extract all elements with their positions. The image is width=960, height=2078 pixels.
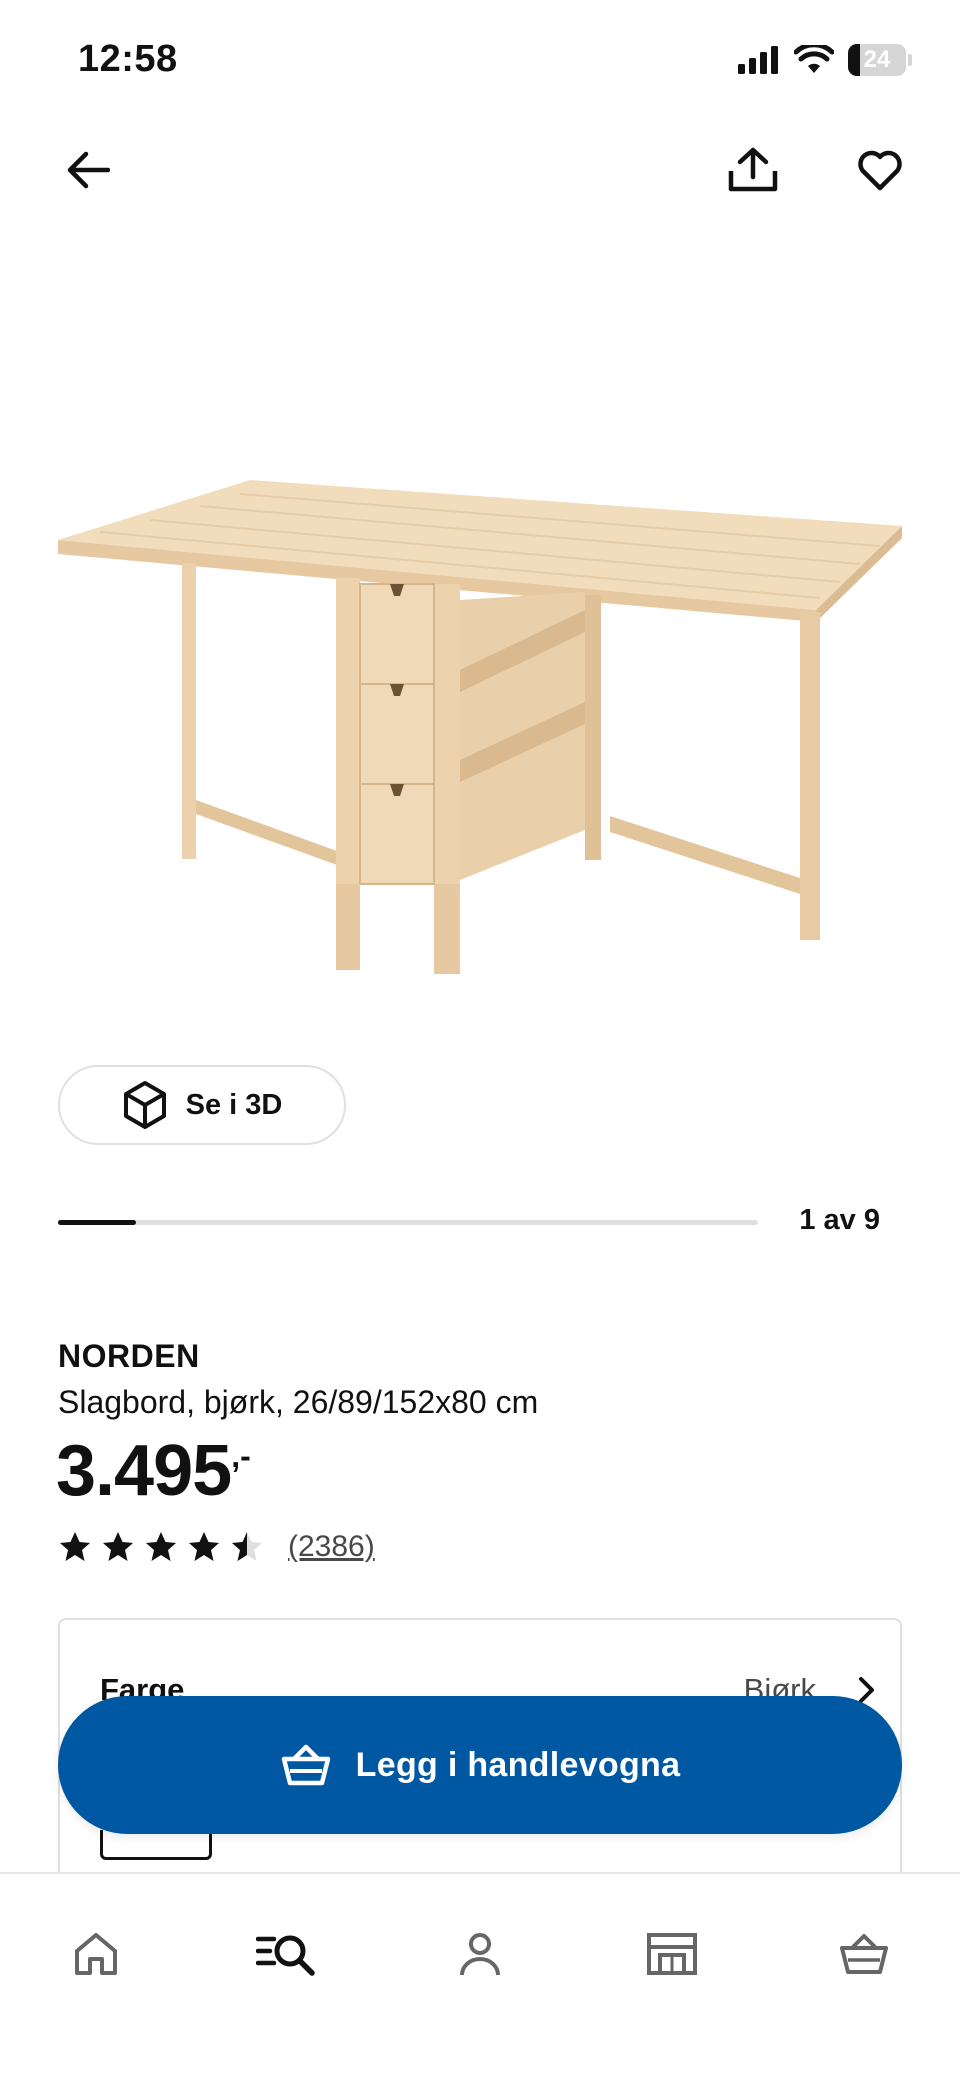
product-price: 3.495 ,- (56, 1430, 251, 1512)
view-3d-button[interactable]: Se i 3D (58, 1065, 346, 1145)
star-icon (146, 1532, 176, 1561)
tab-cart[interactable] (814, 1904, 914, 2004)
wifi-icon (794, 45, 834, 73)
bottom-tab-bar (0, 1872, 960, 2078)
gallery-progress (58, 1220, 758, 1225)
cube-icon (123, 1081, 166, 1129)
top-nav (0, 130, 960, 210)
search-icon (256, 1935, 315, 1976)
star-icon (189, 1532, 219, 1561)
gallery-progress-fill (58, 1220, 136, 1225)
add-to-cart-button[interactable]: Legg i handlevogna (58, 1696, 902, 1834)
status-icons: 24 (738, 44, 912, 76)
profile-icon (460, 1933, 500, 1976)
star-icon (103, 1532, 133, 1561)
back-button[interactable] (48, 130, 128, 210)
price-suffix: ,- (231, 1438, 251, 1474)
tab-home[interactable] (46, 1904, 146, 2004)
price-amount: 3.495 (56, 1431, 232, 1511)
view-3d-label: Se i 3D (185, 1088, 283, 1121)
battery-tip (908, 54, 912, 66)
tab-profile[interactable] (430, 1904, 530, 2004)
favorite-button[interactable] (840, 130, 920, 210)
share-icon (728, 147, 778, 192)
share-button[interactable] (713, 130, 793, 210)
color-swatch-selected[interactable] (100, 1830, 212, 1860)
tab-store[interactable] (622, 1904, 722, 2004)
review-count-link[interactable]: (2386) (288, 1530, 375, 1564)
product-description: Slagbord, bjørk, 26/89/152x80 cm (58, 1384, 539, 1420)
status-bar: 12:58 24 (0, 0, 960, 120)
rating-stars (58, 1530, 264, 1564)
battery-icon: 24 (848, 44, 906, 76)
battery-level: 24 (863, 46, 891, 73)
heart-icon (858, 150, 902, 191)
star-icon (232, 1532, 262, 1561)
product-name: NORDEN (58, 1338, 200, 1374)
gateleg-table-illustration (58, 480, 902, 974)
product-rating[interactable]: (2386) (58, 1530, 375, 1564)
add-to-cart-label: Legg i handlevogna (355, 1745, 681, 1784)
store-icon (647, 1933, 697, 1975)
star-icon (60, 1532, 90, 1561)
basket-icon (281, 1744, 330, 1786)
status-time: 12:58 (78, 38, 178, 80)
gallery-pager: 1 av 9 (799, 1204, 880, 1236)
home-icon (75, 1933, 117, 1975)
product-image[interactable] (40, 460, 920, 980)
tab-search[interactable] (236, 1904, 336, 2004)
arrow-left-icon (67, 151, 110, 189)
cart-icon (840, 1934, 888, 1974)
signal-icon (738, 46, 778, 74)
